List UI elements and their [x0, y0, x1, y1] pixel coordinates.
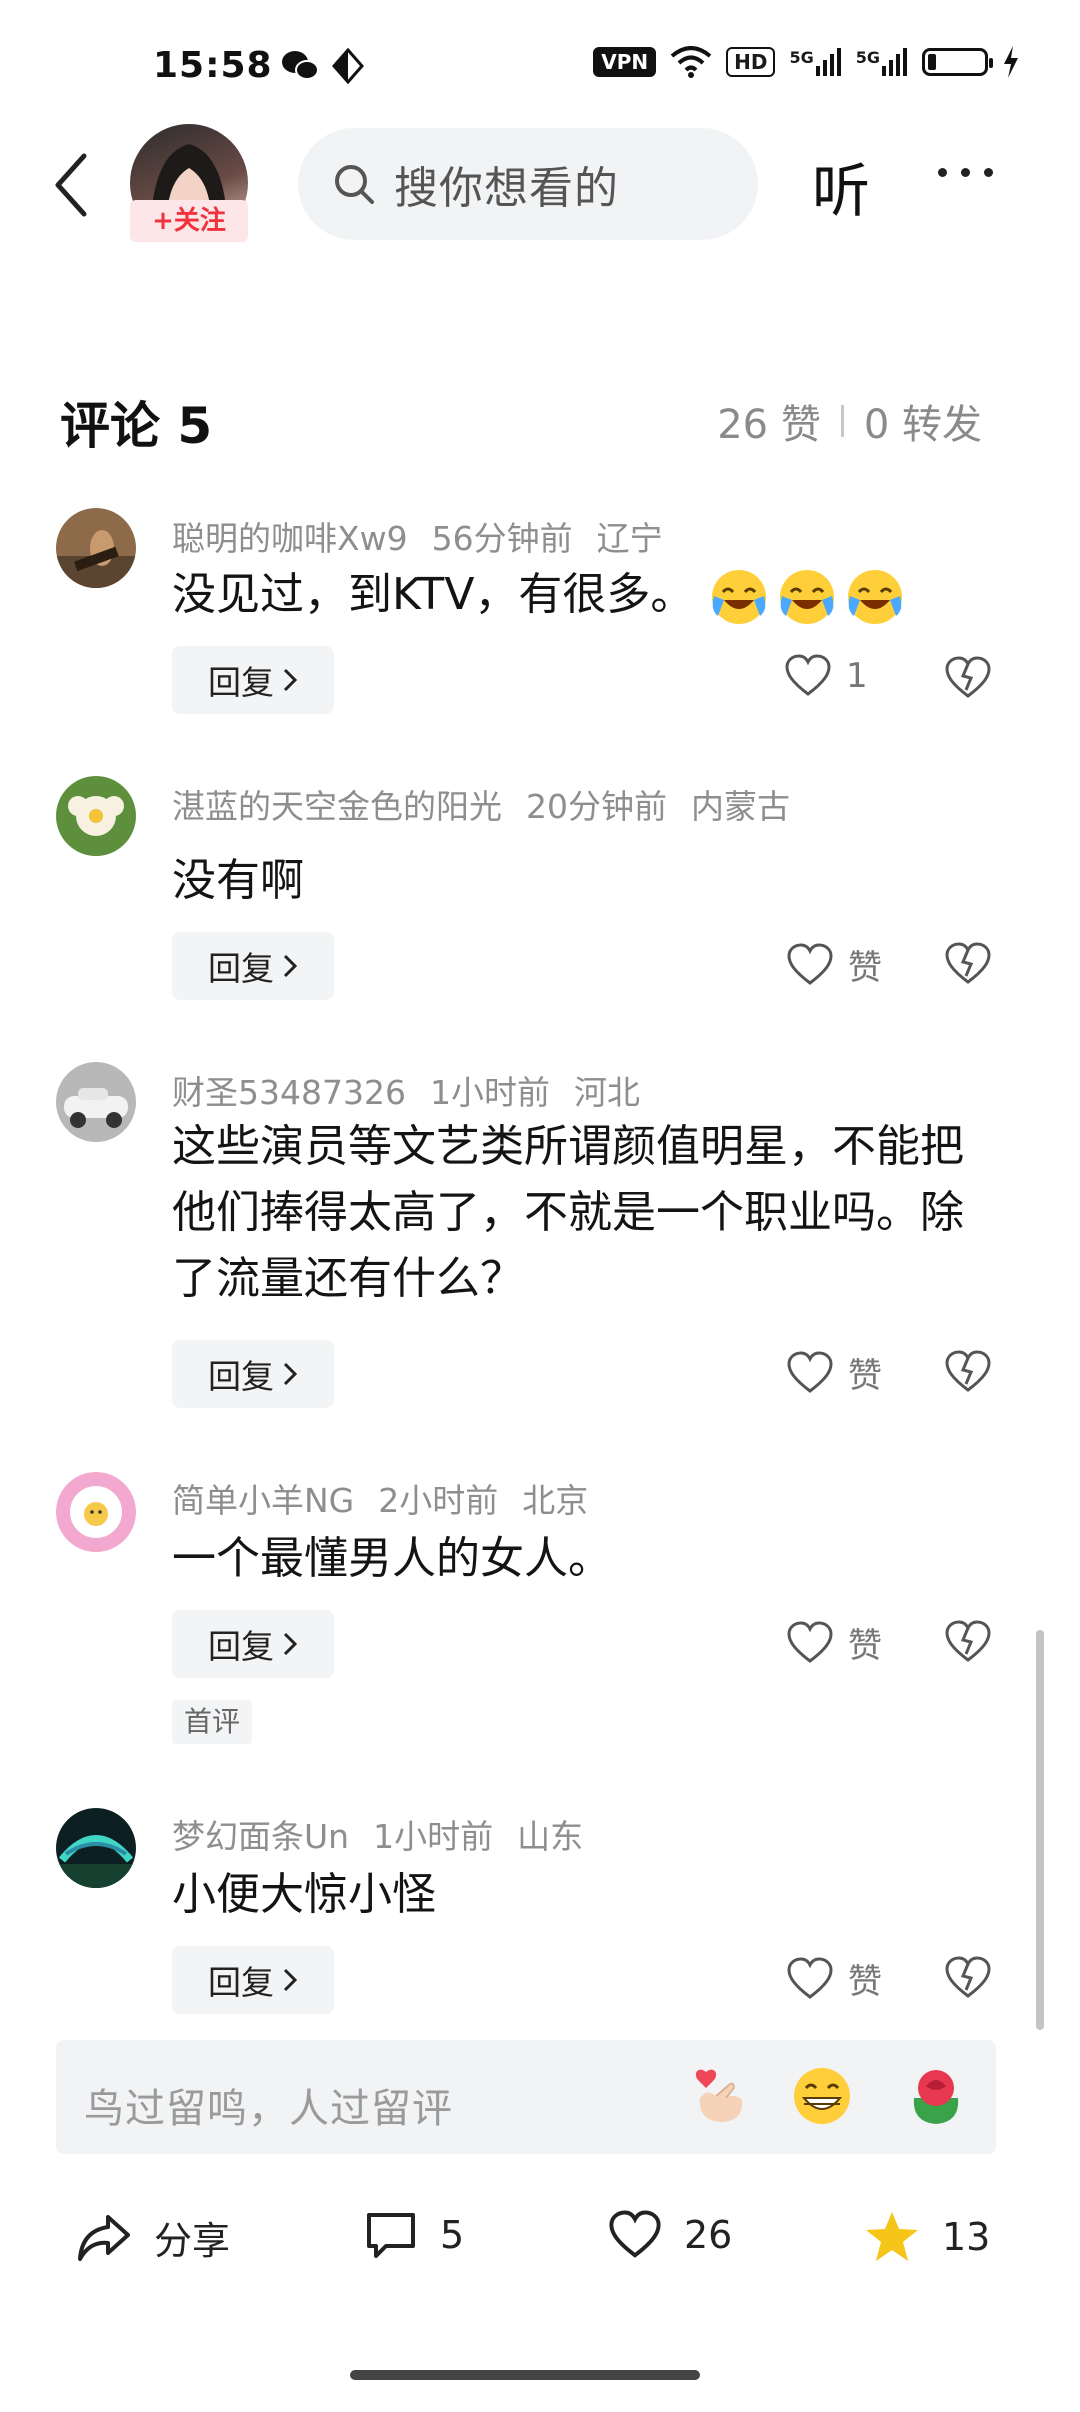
reply-button[interactable]: 回复 — [172, 1610, 334, 1678]
likes-count: 26 赞 — [717, 402, 821, 448]
status-time: 15:58 — [153, 45, 273, 86]
commenter-avatar[interactable] — [56, 1472, 136, 1552]
chevron-right-icon — [283, 954, 298, 978]
comment-time: 2小时前 — [378, 1481, 499, 1520]
signal-2: 5G — [856, 48, 908, 76]
comment-username[interactable]: 简单小羊NG — [172, 1481, 354, 1520]
commenter-avatar[interactable] — [56, 508, 136, 588]
first-comment-badge: 首评 — [172, 1700, 253, 1744]
app-diamond-icon — [332, 48, 364, 84]
chevron-right-icon — [283, 1632, 298, 1656]
comment-meta: 梦幻面条Un 1小时前 山东 — [172, 1810, 607, 1858]
comment-meta: 湛蓝的天空金色的阳光 20分钟前 内蒙古 — [172, 780, 814, 828]
finger-heart-emoji-icon[interactable] — [686, 2064, 750, 2128]
comment-meta: 简单小羊NG 2小时前 北京 — [172, 1474, 612, 1522]
like-button[interactable]: 赞 — [786, 1954, 882, 2003]
reply-button[interactable]: 回复 — [172, 646, 334, 714]
more-options-icon[interactable] — [938, 168, 993, 177]
comments-button[interactable]: 5 — [364, 2210, 464, 2260]
heart-icon — [787, 1956, 833, 1999]
comment-location: 山东 — [517, 1817, 584, 1856]
comment-text: 一个最懂男人的女人。 — [172, 1533, 612, 1584]
back-arrow-icon[interactable] — [48, 150, 98, 220]
comments-title: 评论 5 — [60, 397, 213, 455]
commenter-avatar[interactable] — [56, 1062, 136, 1142]
comment-time: 56分钟前 — [431, 519, 573, 558]
comment-username[interactable]: 湛蓝的天空金色的阳光 — [172, 787, 502, 826]
reply-button[interactable]: 回复 — [172, 1946, 334, 2014]
search-placeholder: 搜你想看的 — [394, 163, 619, 214]
post-stats: 26 赞 0 转发 — [717, 392, 982, 450]
heart-icon — [787, 1350, 833, 1393]
laughing-crying-emoji-icon — [708, 566, 906, 628]
commenter-avatar[interactable] — [56, 1808, 136, 1888]
heart-icon — [787, 1620, 833, 1663]
reply-button[interactable]: 回复 — [172, 1340, 334, 1408]
search-bar[interactable]: 搜你想看的 — [298, 128, 758, 240]
charging-icon — [1004, 46, 1018, 78]
comment-location: 内蒙古 — [691, 787, 790, 826]
rose-emoji-icon[interactable] — [904, 2064, 968, 2128]
dislike-broken-heart-icon[interactable] — [944, 940, 992, 988]
comment-username[interactable]: 梦幻面条Un — [172, 1817, 349, 1856]
home-indicator[interactable] — [350, 2370, 700, 2380]
signal-1: 5G — [789, 48, 841, 76]
like-button[interactable]: 赞 — [786, 1618, 882, 1667]
search-icon — [335, 165, 374, 204]
dislike-broken-heart-icon[interactable] — [944, 1954, 992, 2002]
like-button[interactable]: 赞 — [786, 940, 882, 989]
comment-text: 小便大惊小怪 — [172, 1869, 436, 1920]
comment-bubble-icon — [367, 2213, 415, 2258]
favorite-button[interactable]: 13 — [864, 2210, 990, 2264]
vpn-badge: VPN — [593, 47, 657, 77]
like-button[interactable]: 赞 — [786, 1348, 882, 1397]
comment-time: 20分钟前 — [526, 787, 667, 826]
battery-icon — [922, 48, 993, 76]
heart-icon — [785, 654, 831, 696]
comment-location: 辽宁 — [596, 519, 663, 558]
heart-icon — [609, 2210, 661, 2258]
wifi-icon — [670, 46, 712, 78]
like-button[interactable]: 1 — [784, 654, 868, 698]
comment-time: 1小时前 — [373, 1817, 494, 1856]
like-post-button[interactable]: 26 — [608, 2210, 732, 2260]
listen-button[interactable]: 听 — [812, 144, 870, 228]
comment-username[interactable]: 聪明的咖啡Xw9 — [172, 519, 408, 558]
signal-bars-icon — [815, 48, 841, 76]
dislike-broken-heart-icon[interactable] — [944, 654, 992, 702]
comment-location: 河北 — [573, 1073, 640, 1112]
heart-icon — [787, 942, 833, 985]
share-button[interactable]: 分享 — [76, 2210, 230, 2265]
share-icon — [78, 2214, 130, 2261]
comment-time: 1小时前 — [429, 1073, 550, 1112]
reposts-count: 0 转发 — [863, 402, 982, 448]
wechat-icon — [282, 51, 319, 80]
comment-username[interactable]: 财圣53487326 — [172, 1073, 406, 1112]
chevron-right-icon — [283, 668, 298, 692]
dislike-broken-heart-icon[interactable] — [944, 1348, 992, 1396]
chevron-right-icon — [283, 1362, 298, 1386]
follow-button[interactable]: +关注 — [130, 200, 248, 242]
comment-meta: 财圣53487326 1小时前 河北 — [172, 1066, 664, 1114]
reply-button[interactable]: 回复 — [172, 932, 334, 1000]
comment-text: 没见过，到KTV，有很多。 — [172, 562, 992, 628]
comment-location: 北京 — [522, 1481, 589, 1520]
comment-meta: 聪明的咖啡Xw9 56分钟前 辽宁 — [172, 512, 687, 560]
comment-input-placeholder: 鸟过留鸣，人过留评 — [84, 2086, 453, 2132]
comment-text: 这些演员等文艺类所谓颜值明星，不能把他们捧得太高了，不就是一个职业吗。除了流量还… — [172, 1121, 964, 1304]
comment-text: 没有啊 — [172, 855, 304, 906]
hd-badge: HD — [726, 47, 776, 77]
star-icon — [866, 2212, 918, 2261]
scrollbar[interactable] — [1036, 1630, 1044, 2030]
dislike-broken-heart-icon[interactable] — [944, 1618, 992, 1666]
chevron-right-icon — [283, 1968, 298, 1992]
grinning-emoji-icon[interactable] — [790, 2064, 854, 2128]
commenter-avatar[interactable] — [56, 776, 136, 856]
status-right-icons: VPN HD 5G 5G — [593, 46, 1020, 78]
signal-bars-icon — [882, 48, 907, 76]
status-app-icons — [280, 48, 366, 84]
